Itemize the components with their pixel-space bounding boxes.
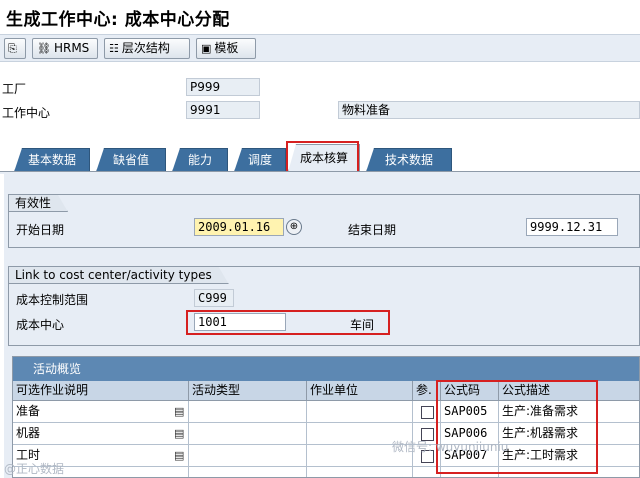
copy-icon: ⎘ xyxy=(8,42,17,55)
hierarchy-label: 层次结构 xyxy=(121,41,170,55)
window-title-bar: 生成工作中心: 成本中心分配 xyxy=(0,0,640,34)
table-row-1-formula-desc: 生产:准备需求 xyxy=(499,401,639,423)
activity-table-title: 活动概览 xyxy=(13,357,639,381)
tab-scheduling[interactable]: 调度 xyxy=(234,148,286,172)
table-row-1-activity-type[interactable] xyxy=(189,401,307,423)
plant-label: 工厂 xyxy=(2,82,27,96)
table-row-4-formula-code[interactable] xyxy=(441,467,499,477)
column-header-activity-type[interactable]: 活动类型 xyxy=(189,381,307,401)
hrms-label: HRMS xyxy=(53,41,90,55)
table-row-1-desc[interactable]: 准备 xyxy=(13,401,189,423)
tab-strip: 基本数据 缺省值 能力 调度 成本核算 技术数据 xyxy=(0,144,640,172)
column-header-formula-code[interactable]: 公式码 xyxy=(441,381,499,401)
table-row-4-formula-desc xyxy=(499,467,639,477)
table-row-4-unit[interactable] xyxy=(307,467,413,477)
value-help-icon[interactable]: ▤ xyxy=(174,427,184,440)
workcenter-label: 工作中心 xyxy=(2,106,51,120)
start-date-input[interactable]: 2009.01.16 xyxy=(194,218,284,236)
tab-capacities[interactable]: 能力 xyxy=(172,148,228,172)
hrms-button[interactable]: ⛓ HRMS xyxy=(32,38,98,59)
template-button[interactable]: ▣ 模板 xyxy=(196,38,256,59)
table-row-4-ref xyxy=(413,467,441,477)
start-date-label: 开始日期 xyxy=(16,223,65,237)
column-header-formula-desc[interactable]: 公式描述 xyxy=(499,381,639,401)
controlling-area-field: C999 xyxy=(194,289,234,307)
cost-center-description: 车间 xyxy=(350,318,375,332)
workcenter-description: 物料准备 xyxy=(338,101,640,119)
table-row-2-desc[interactable]: 机器 xyxy=(13,423,189,445)
link-group-title: Link to cost center/activity types xyxy=(9,267,229,284)
table-row-3-formula-desc: 生产:工时需求 xyxy=(499,445,639,467)
watermark-left: @正心数据 xyxy=(4,462,65,476)
table-row-2-activity-type[interactable] xyxy=(189,423,307,445)
value-help-icon[interactable]: ▤ xyxy=(174,449,184,462)
table-row-3-activity-type[interactable] xyxy=(189,445,307,467)
tab-default-values[interactable]: 缺省值 xyxy=(96,148,166,172)
hierarchy-icon: ☷ xyxy=(109,42,119,55)
cost-center-label: 成本中心 xyxy=(16,318,65,332)
template-icon: ▣ xyxy=(201,42,212,55)
table-row-2-formula-desc: 生产:机器需求 xyxy=(499,423,639,445)
column-header-desc[interactable]: 可选作业说明 xyxy=(13,381,189,401)
table-row-1-ref-checkbox[interactable] xyxy=(421,406,434,419)
activity-overview-table: 活动概览 可选作业说明 活动类型 作业单位 参. 公式码 公式描述 准备 ▤ S… xyxy=(12,356,640,478)
column-header-unit[interactable]: 作业单位 xyxy=(307,381,413,401)
table-row-1-unit[interactable] xyxy=(307,401,413,423)
template-label: 模板 xyxy=(214,41,239,55)
page-title: 生成工作中心: 成本中心分配 xyxy=(6,10,230,30)
plant-field: P999 xyxy=(186,78,260,96)
value-help-icon[interactable]: ▤ xyxy=(174,405,184,418)
workcenter-field: 9991 xyxy=(186,101,260,119)
tab-costing[interactable]: 成本核算 xyxy=(288,144,360,172)
tab-technical-data[interactable]: 技术数据 xyxy=(366,148,452,172)
controlling-area-label: 成本控制范围 xyxy=(16,293,89,307)
cost-center-input[interactable]: 1001 xyxy=(194,313,286,331)
hierarchy-button[interactable]: ☷ 层次结构 xyxy=(104,38,190,59)
copy-button[interactable]: ⎘ xyxy=(4,38,26,59)
table-row-1-formula-code[interactable]: SAP005 xyxy=(441,401,499,423)
tab-basic-data[interactable]: 基本数据 xyxy=(14,148,90,172)
column-header-ref[interactable]: 参. xyxy=(413,381,441,401)
end-date-input[interactable]: 9999.12.31 xyxy=(526,218,618,236)
end-date-label: 结束日期 xyxy=(348,223,397,237)
watermark-right: 微信号: wuyunjiuniu xyxy=(392,440,509,454)
cost-center-link-group: Link to cost center/activity types xyxy=(8,266,640,346)
link-icon: ⛓ xyxy=(37,42,51,55)
table-row-4-activity-type[interactable] xyxy=(189,467,307,477)
calendar-icon[interactable]: ⊕ xyxy=(286,219,302,235)
application-toolbar: ⎘ ⛓ HRMS ☷ 层次结构 ▣ 模板 xyxy=(0,34,640,62)
validity-group-title: 有效性 xyxy=(9,195,68,212)
